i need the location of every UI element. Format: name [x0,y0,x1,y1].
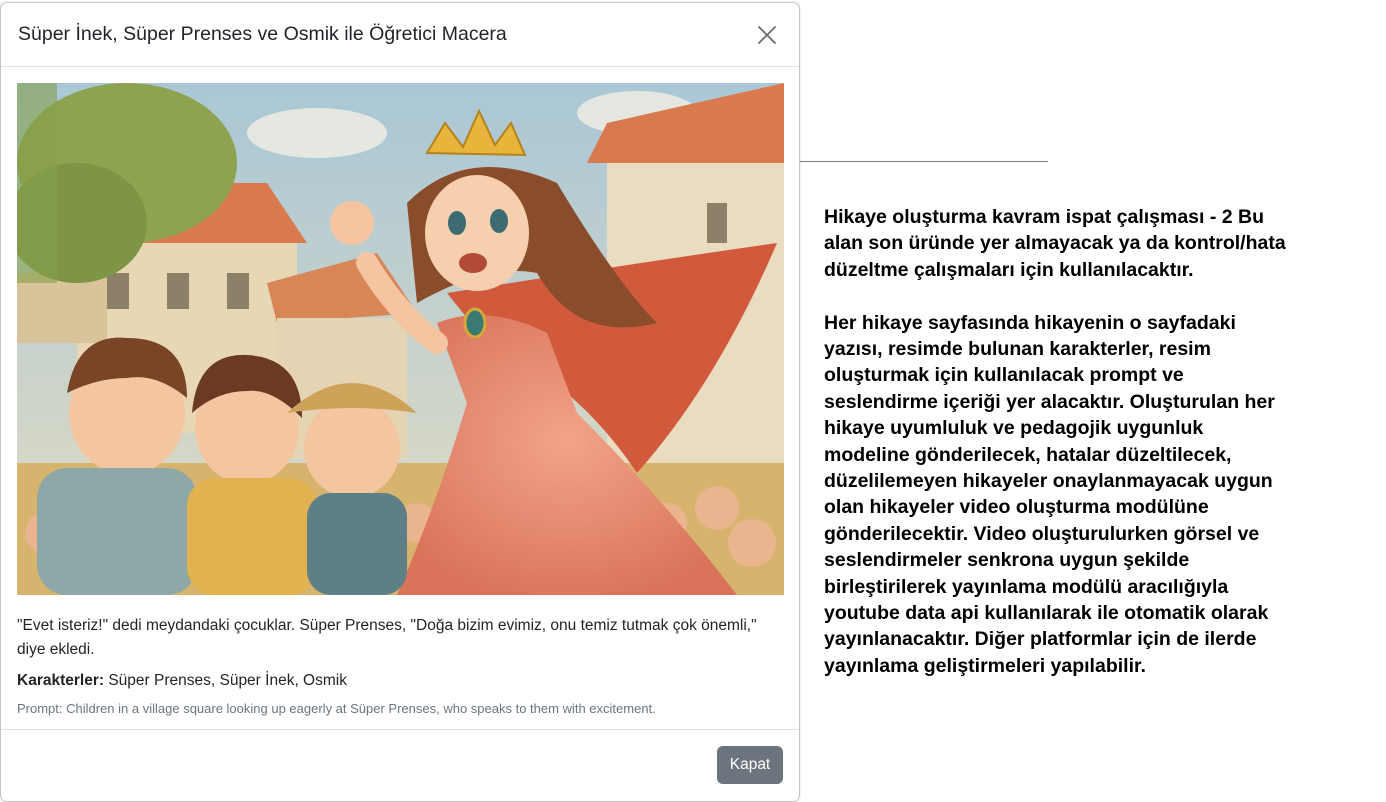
modal-header: Süper İnek, Süper Prenses ve Osmik ile Ö… [1,3,799,67]
info-paragraph-2: Her hikaye sayfasında hikayenin o sayfad… [824,311,1275,677]
characters-line: Karakterler: Süper Prenses, Süper İnek, … [17,669,783,693]
story-modal: Süper İnek, Süper Prenses ve Osmik ile Ö… [0,2,800,802]
info-panel: Hikaye oluşturma kavram ispat çalışması … [824,204,1294,679]
divider-line [800,161,1048,162]
modal-body: "Evet isteriz!" dedi meydandaki çocuklar… [1,67,799,718]
characters-label: Karakterler: [17,672,105,689]
prompt-text: Prompt: Children in a village square loo… [17,701,656,716]
modal-title: Süper İnek, Süper Prenses ve Osmik ile Ö… [18,23,507,45]
modal-footer: Kapat [1,729,799,801]
story-illustration [17,83,784,595]
story-text: "Evet isteriz!" dedi meydandaki çocuklar… [17,617,757,658]
close-icon[interactable] [751,19,783,51]
characters-value: Süper Prenses, Süper İnek, Osmik [104,672,347,689]
close-button[interactable]: Kapat [717,746,783,784]
info-paragraph-1: Hikaye oluşturma kavram ispat çalışması … [824,206,1286,281]
